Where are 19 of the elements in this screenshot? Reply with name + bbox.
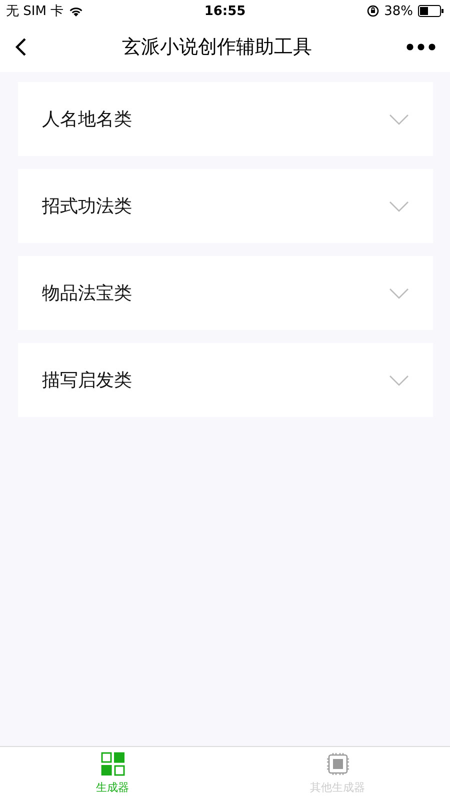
chip-icon: [326, 752, 350, 776]
grid-icon: [100, 752, 124, 776]
page-title: 玄派小说创作辅助工具: [121, 35, 313, 60]
clock-text: 16:55: [204, 4, 246, 18]
chevron-down-icon: [389, 288, 409, 298]
wifi-icon: [68, 6, 83, 16]
rotation-lock-icon: [367, 5, 380, 17]
battery-text: 38%: [384, 4, 414, 18]
battery-icon: [418, 5, 444, 17]
category-row[interactable]: 描写启发类: [18, 343, 433, 417]
category-row[interactable]: 人名地名类: [18, 82, 433, 156]
chevron-down-icon: [389, 200, 409, 212]
chevron-down-icon: [389, 114, 409, 124]
category-row[interactable]: 物品法宝类: [18, 256, 433, 330]
chevron-down-icon: [389, 374, 409, 386]
back-button[interactable]: [14, 37, 28, 57]
more-button[interactable]: [406, 43, 436, 51]
category-row[interactable]: 招式功法类: [18, 169, 433, 243]
carrier-text: 无 SIM 卡: [6, 3, 64, 20]
